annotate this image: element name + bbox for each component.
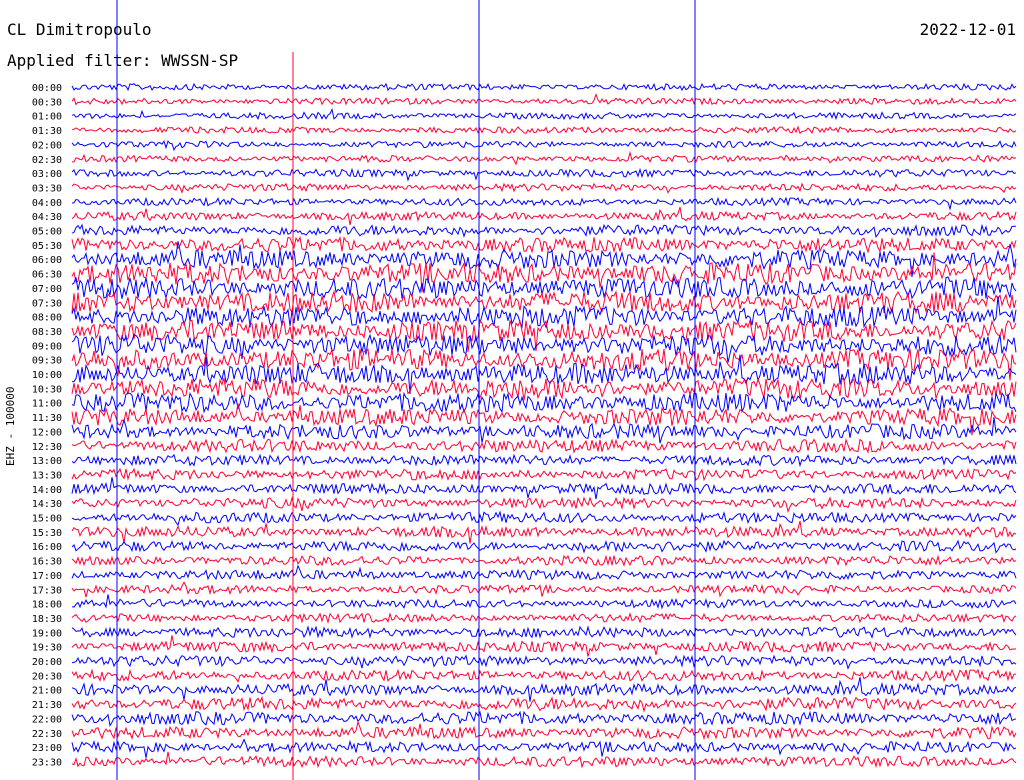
time-label: 17:00	[32, 571, 62, 582]
trace-row-1630	[71, 554, 1017, 567]
trace-row-0400	[71, 196, 1017, 211]
time-label: 16:00	[32, 542, 62, 553]
trace-row-1430	[71, 496, 1017, 513]
trace-row-1500	[71, 510, 1017, 527]
trace-row-2300	[71, 738, 1017, 758]
time-label: 12:00	[32, 427, 62, 438]
trace-row-0200	[71, 140, 1017, 152]
time-label: 23:30	[32, 757, 62, 768]
time-label: 21:30	[32, 700, 62, 711]
time-label: 02:30	[32, 155, 62, 166]
time-label: 22:00	[32, 714, 62, 725]
time-label: 21:00	[32, 686, 62, 697]
seismogram-chart: 00:00 00:30 01:00 01:30 02:00 02:30 03:00 03:30…	[32, 0, 1017, 780]
time-label: 07:30	[32, 298, 62, 309]
trace-row-1530	[71, 520, 1017, 544]
trace-row-0430	[71, 206, 1017, 226]
trace-row-1830	[71, 612, 1017, 625]
trace-row-2100	[71, 677, 1017, 702]
trace-row-0030	[71, 92, 1017, 106]
trace-row-0500	[71, 223, 1016, 238]
time-label: 11:30	[32, 413, 62, 424]
trace-row-0000	[71, 82, 1017, 92]
time-label: 10:00	[32, 370, 62, 381]
time-label: 19:00	[32, 628, 62, 639]
trace-row-0330	[71, 182, 1017, 194]
time-label: 18:00	[32, 600, 62, 611]
time-label: 15:30	[32, 528, 62, 539]
time-label: 01:30	[32, 126, 62, 137]
time-label: 09:00	[32, 341, 62, 352]
time-label: 02:00	[32, 140, 62, 151]
time-label: 04:00	[32, 198, 62, 209]
time-label: 01:00	[32, 112, 62, 123]
time-label: 22:30	[32, 729, 62, 740]
trace-row-1230	[71, 438, 1017, 454]
time-label: 15:00	[32, 514, 62, 525]
time-label: 03:00	[32, 169, 62, 180]
time-label: 13:30	[32, 470, 62, 481]
time-label: 19:30	[32, 643, 62, 654]
trace-row-0800	[71, 296, 1017, 329]
trace-row-0700	[71, 276, 1017, 300]
trace-row-1300	[71, 453, 1017, 468]
time-label-group: 00:00 00:30 01:00 01:30 02:00 02:30 03:00 03:30…	[32, 83, 62, 768]
time-label: 20:30	[32, 671, 62, 682]
trace-row-0300	[71, 167, 1017, 182]
trace-row-0100	[71, 107, 1017, 121]
time-label: 13:00	[32, 456, 62, 467]
time-label: 23:00	[32, 743, 62, 754]
trace-row-1800	[71, 594, 1017, 610]
trace-row-1900	[71, 625, 1017, 639]
trace-row-0530	[71, 235, 1017, 254]
trace-row-1400	[71, 477, 1017, 500]
time-label: 17:30	[32, 585, 62, 596]
trace-row-1600	[71, 539, 1017, 554]
trace-row-0130	[71, 125, 1017, 135]
time-label: 14:00	[32, 485, 62, 496]
time-label: 05:30	[32, 241, 62, 252]
trace-row-2000	[71, 654, 1017, 670]
trace-row-1930	[71, 635, 1017, 657]
trace-group	[71, 82, 1017, 769]
trace-row-2030	[71, 668, 1017, 683]
time-label: 00:00	[32, 83, 62, 94]
trace-row-2330	[71, 751, 1017, 769]
trace-row-0730	[71, 289, 1017, 315]
time-label: 06:00	[32, 255, 62, 266]
trace-row-1100	[71, 391, 1017, 414]
time-label: 07:00	[32, 284, 62, 295]
trace-row-2130	[71, 695, 1017, 713]
time-label: 09:30	[32, 356, 62, 367]
time-label: 05:00	[32, 227, 62, 238]
time-label: 03:30	[32, 183, 62, 194]
time-label: 06:30	[32, 270, 62, 281]
time-label: 12:30	[32, 442, 62, 453]
trace-row-1330	[71, 467, 1017, 482]
spike-group	[116, 0, 696, 780]
time-label: 18:30	[32, 614, 62, 625]
trace-row-2230	[71, 720, 1017, 741]
time-label: 11:00	[32, 399, 62, 410]
trace-row-2200	[71, 710, 1017, 727]
trace-row-1700	[71, 564, 1017, 581]
time-label: 20:00	[32, 657, 62, 668]
time-label: 04:30	[32, 212, 62, 223]
trace-row-1730	[71, 581, 1017, 598]
trace-row-0230	[72, 150, 1017, 166]
trace-row-1200	[71, 417, 1017, 444]
time-label: 00:30	[32, 97, 62, 108]
time-label: 14:30	[32, 499, 62, 510]
time-label: 10:30	[32, 384, 62, 395]
time-label: 08:00	[32, 313, 62, 324]
time-label: 16:30	[32, 557, 62, 568]
time-label: 08:30	[32, 327, 62, 338]
